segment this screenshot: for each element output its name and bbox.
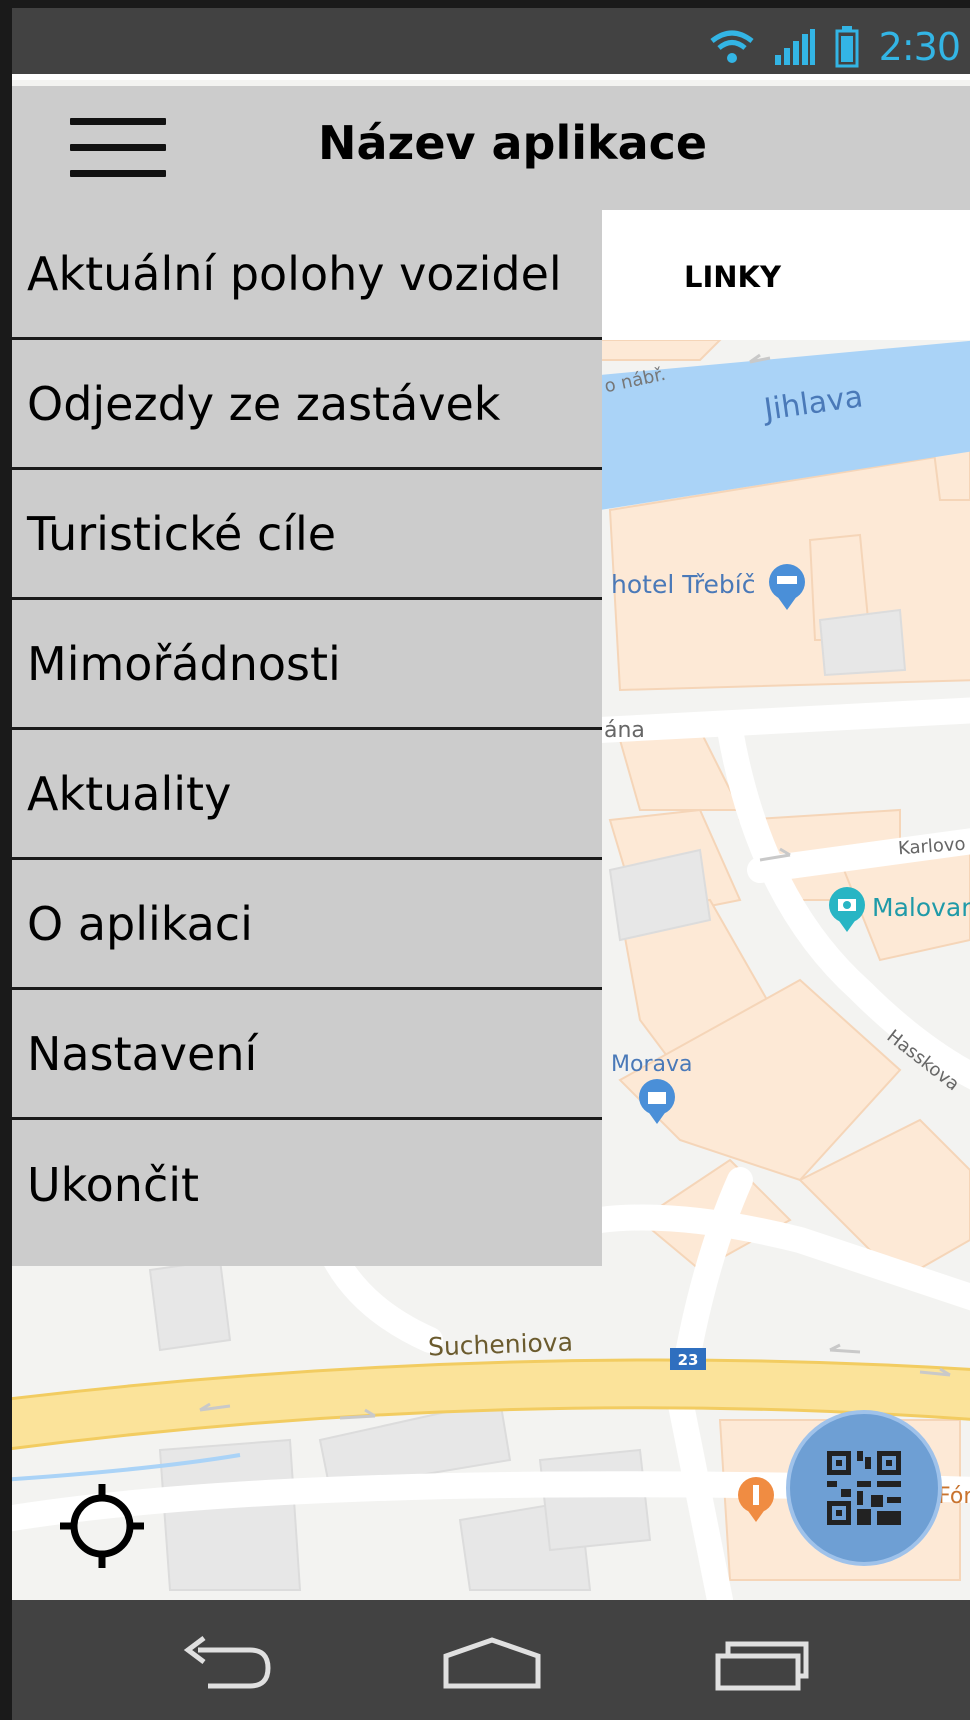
map-label-street-ana: ána — [604, 718, 645, 743]
status-bar: 2:30 — [0, 0, 970, 80]
map-label-restaurant: Fór — [938, 1484, 970, 1509]
tab-bar: LINKY — [600, 210, 970, 340]
qr-code-icon — [827, 1451, 901, 1525]
qr-scan-button[interactable] — [786, 1410, 942, 1566]
drawer-item-departures[interactable]: Odjezdy ze zastávek — [12, 340, 602, 470]
crosshair-icon[interactable] — [60, 1484, 144, 1568]
drawer-item-label: Aktuality — [27, 766, 232, 821]
map-label-hotel: hotel Třebíč — [611, 570, 756, 599]
device-frame-top — [0, 0, 970, 8]
tab-linky[interactable]: LINKY — [684, 260, 781, 294]
drawer-item-label: O aplikaci — [27, 896, 253, 951]
drawer-item-news[interactable]: Aktuality — [12, 730, 602, 860]
hamburger-icon[interactable] — [70, 118, 166, 178]
drawer-item-label: Odjezdy ze zastávek — [27, 376, 501, 431]
drawer-item-tourist-sights[interactable]: Turistické cíle — [12, 470, 602, 600]
wifi-icon — [710, 30, 754, 63]
app-title: Název aplikace — [318, 116, 708, 170]
map-label-museum: Malovan — [872, 893, 970, 922]
drawer-item-label: Turistické cíle — [27, 506, 337, 561]
map-label-main-street: Sucheniova — [427, 1327, 574, 1362]
phone-screen: 23 o nábř. Jihlava hotel Třebíč ána Karl… — [0, 0, 970, 1720]
recents-icon[interactable] — [714, 1636, 810, 1692]
drawer-item-vehicle-positions[interactable]: Aktuální polohy vozidel — [12, 210, 602, 340]
status-time: 2:30 — [878, 25, 961, 69]
map-label-shop: Morava — [611, 1052, 693, 1077]
road-number: 23 — [678, 1351, 699, 1369]
back-icon[interactable] — [178, 1636, 274, 1692]
drawer-item-label: Ukončit — [27, 1158, 200, 1212]
app-bar: Název aplikace — [0, 86, 970, 210]
drawer-item-label: Aktuální polohy vozidel — [27, 246, 562, 301]
device-frame — [0, 0, 12, 1720]
home-icon[interactable] — [442, 1636, 542, 1692]
drawer-item-label: Nastavení — [27, 1026, 258, 1081]
battery-icon — [835, 26, 859, 68]
drawer-item-disruptions[interactable]: Mimořádnosti — [12, 600, 602, 730]
drawer-item-exit[interactable]: Ukončit — [12, 1120, 602, 1250]
navigation-drawer: Aktuální polohy vozidel Odjezdy ze zastá… — [12, 210, 602, 1266]
drawer-item-label: Mimořádnosti — [27, 636, 341, 691]
signal-icon — [774, 29, 815, 65]
drawer-item-settings[interactable]: Nastavení — [12, 990, 602, 1120]
drawer-item-about[interactable]: O aplikaci — [12, 860, 602, 990]
system-nav-bar — [0, 1600, 970, 1720]
